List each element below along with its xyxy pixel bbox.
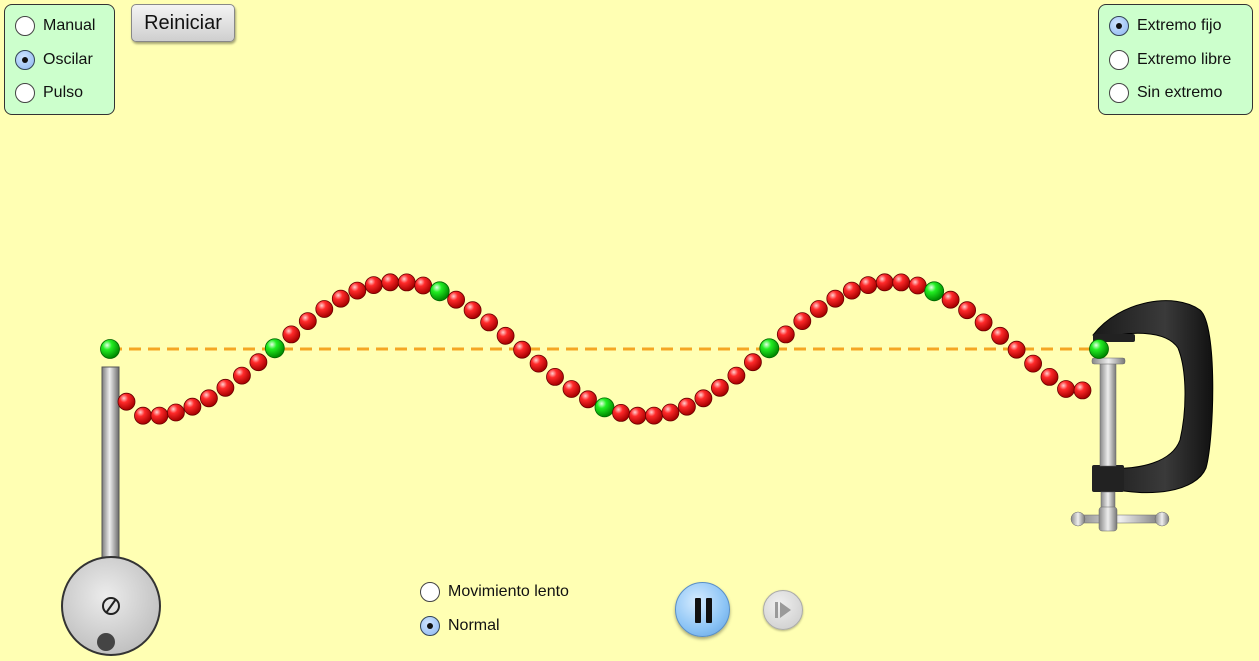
bead	[859, 276, 878, 295]
mode-radio-pulso[interactable]	[15, 83, 35, 103]
bead	[892, 273, 911, 292]
bead	[727, 366, 746, 385]
bead	[711, 378, 729, 397]
bead	[628, 406, 647, 425]
bead	[447, 290, 466, 309]
bead	[645, 406, 663, 425]
bead	[199, 389, 218, 408]
bead	[134, 406, 152, 425]
bead	[364, 276, 383, 295]
bead	[414, 276, 433, 295]
reset-button[interactable]: Reiniciar	[131, 4, 235, 42]
bead	[397, 273, 416, 292]
bead-marker	[924, 281, 945, 302]
end-label-none: Sin extremo	[1137, 84, 1223, 101]
bead	[166, 403, 185, 422]
end-type-panel: Extremo fijo Extremo libre Sin extremo	[1098, 4, 1253, 115]
bead	[612, 403, 630, 422]
mode-option-manual[interactable]: Manual	[15, 14, 95, 38]
bead	[793, 312, 812, 331]
bead	[117, 392, 136, 411]
mode-label-oscilar: Oscilar	[43, 51, 93, 68]
bead	[1057, 380, 1075, 398]
bead	[315, 300, 334, 318]
bead-marker	[1089, 339, 1109, 359]
bead	[974, 313, 993, 332]
mode-panel: Manual Oscilar Pulso	[4, 4, 115, 115]
bead-marker	[759, 338, 780, 359]
bead	[661, 403, 680, 422]
bead	[496, 326, 515, 345]
bead	[842, 281, 861, 300]
bead	[1007, 340, 1026, 359]
bead	[348, 281, 367, 300]
c-clamp-icon	[1070, 300, 1214, 532]
mode-option-pulso[interactable]: Pulso	[15, 81, 83, 105]
bead	[1040, 367, 1059, 386]
bead	[249, 353, 268, 372]
step-forward-button[interactable]	[763, 590, 803, 630]
bead	[381, 273, 400, 292]
bead	[331, 289, 350, 308]
oscillator-wheel-icon	[61, 556, 161, 656]
speed-radio-slow[interactable]	[420, 582, 440, 602]
end-radio-none[interactable]	[1109, 83, 1129, 103]
pause-button[interactable]	[675, 582, 730, 637]
bead	[678, 397, 696, 416]
speed-label-normal: Normal	[448, 617, 500, 634]
mode-radio-manual[interactable]	[15, 16, 35, 36]
bead	[908, 276, 927, 295]
bead	[562, 380, 581, 398]
speed-label-slow: Movimiento lento	[448, 583, 569, 600]
end-radio-fixed[interactable]	[1109, 16, 1129, 36]
end-option-fixed[interactable]: Extremo fijo	[1109, 14, 1221, 38]
bead	[744, 353, 762, 372]
bead	[546, 367, 564, 386]
end-label-loose: Extremo libre	[1137, 51, 1232, 68]
bead	[875, 273, 894, 292]
speed-option-normal[interactable]: Normal	[420, 614, 500, 638]
mode-label-pulso: Pulso	[43, 84, 84, 101]
bead	[529, 354, 548, 373]
end-label-fixed: Extremo fijo	[1137, 17, 1222, 34]
end-option-loose[interactable]: Extremo libre	[1109, 48, 1231, 72]
bead	[1024, 354, 1042, 373]
bead-marker	[264, 338, 285, 359]
bead	[1073, 381, 1092, 400]
bead	[232, 366, 251, 385]
bead	[298, 312, 317, 331]
mode-radio-oscilar[interactable]	[15, 50, 35, 70]
bead	[216, 378, 235, 397]
end-radio-loose[interactable]	[1109, 50, 1129, 70]
bead-marker[interactable]	[100, 339, 120, 359]
bead	[991, 326, 1009, 345]
step-forward-icon	[775, 602, 791, 618]
bead	[826, 289, 845, 308]
bead	[579, 390, 597, 409]
bead	[463, 301, 482, 320]
bead-marker	[429, 281, 450, 302]
bead	[776, 325, 795, 344]
speed-radio-normal[interactable]	[420, 616, 440, 636]
bead	[958, 301, 976, 320]
bead	[282, 325, 301, 344]
oscillator-rod	[101, 366, 120, 568]
end-option-none[interactable]: Sin extremo	[1109, 81, 1222, 105]
bead	[183, 397, 202, 416]
bead	[150, 406, 169, 425]
bead	[694, 389, 713, 408]
bead	[480, 313, 499, 332]
mode-label-manual: Manual	[43, 17, 96, 34]
speed-option-slow[interactable]: Movimiento lento	[420, 580, 569, 604]
bead-marker	[594, 397, 615, 418]
mode-option-oscilar[interactable]: Oscilar	[15, 48, 93, 72]
simulation-canvas	[61, 273, 1214, 656]
bead	[513, 340, 531, 359]
bead	[809, 300, 828, 318]
bead	[941, 290, 960, 309]
